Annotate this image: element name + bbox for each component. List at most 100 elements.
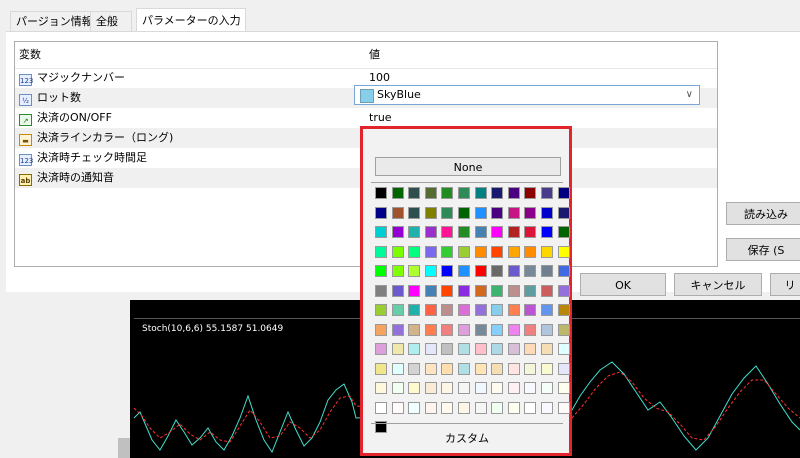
color-swatch[interactable] — [491, 401, 504, 414]
color-swatch[interactable] — [441, 187, 454, 199]
color-swatch[interactable] — [524, 206, 537, 219]
color-swatch[interactable] — [424, 187, 437, 199]
color-swatch[interactable] — [541, 401, 553, 414]
color-swatch[interactable] — [391, 323, 404, 336]
color-swatch[interactable] — [491, 206, 504, 219]
color-swatch[interactable] — [507, 382, 520, 394]
color-swatch[interactable] — [391, 265, 404, 277]
color-swatch[interactable] — [424, 382, 437, 394]
color-swatch[interactable] — [408, 206, 421, 219]
color-swatch[interactable] — [458, 226, 470, 238]
color-swatch[interactable] — [441, 382, 454, 394]
color-swatch[interactable] — [424, 401, 437, 414]
cancel-button[interactable]: キャンセル — [674, 273, 762, 296]
color-swatch[interactable] — [458, 401, 470, 414]
color-swatch[interactable] — [541, 323, 553, 336]
color-swatch[interactable] — [541, 284, 553, 297]
color-swatch[interactable] — [524, 265, 537, 277]
color-swatch[interactable] — [507, 284, 520, 297]
color-swatch[interactable] — [557, 323, 570, 336]
color-swatch[interactable] — [524, 284, 537, 297]
color-swatch[interactable] — [458, 362, 470, 375]
color-swatch[interactable] — [391, 343, 404, 355]
color-swatch[interactable] — [408, 284, 421, 297]
color-swatch[interactable] — [557, 245, 570, 258]
color-swatch[interactable] — [424, 245, 437, 258]
color-swatch[interactable] — [557, 382, 570, 394]
tab-parameters[interactable]: パラメーターの入力 — [136, 8, 246, 32]
color-swatch[interactable] — [541, 304, 553, 316]
color-swatch[interactable] — [441, 284, 454, 297]
line-color-dropdown[interactable]: SkyBlue ∨ — [354, 85, 700, 105]
color-swatch[interactable] — [541, 343, 553, 355]
color-swatch[interactable] — [507, 265, 520, 277]
color-swatch[interactable] — [491, 226, 504, 238]
none-color-button[interactable]: None — [375, 157, 561, 176]
color-swatch[interactable] — [375, 343, 387, 355]
color-swatch[interactable] — [375, 382, 387, 394]
color-swatch[interactable] — [557, 401, 570, 414]
color-swatch[interactable] — [524, 187, 537, 199]
color-swatch[interactable] — [458, 343, 470, 355]
color-swatch[interactable] — [408, 362, 421, 375]
color-swatch[interactable] — [524, 245, 537, 258]
color-swatch[interactable] — [524, 382, 537, 394]
color-swatch[interactable] — [375, 304, 387, 316]
color-swatch[interactable] — [557, 304, 570, 316]
color-swatch[interactable] — [474, 284, 487, 297]
color-swatch[interactable] — [375, 323, 387, 336]
color-swatch[interactable] — [557, 362, 570, 375]
color-swatch[interactable] — [424, 343, 437, 355]
color-swatch[interactable] — [408, 304, 421, 316]
color-swatch[interactable] — [391, 401, 404, 414]
color-swatch[interactable] — [424, 206, 437, 219]
color-swatch[interactable] — [474, 304, 487, 316]
color-swatch[interactable] — [441, 245, 454, 258]
color-swatch[interactable] — [391, 187, 404, 199]
color-swatch[interactable] — [375, 226, 387, 238]
color-swatch[interactable] — [541, 245, 553, 258]
color-swatch[interactable] — [408, 265, 421, 277]
color-swatch[interactable] — [391, 206, 404, 219]
color-swatch[interactable] — [375, 206, 387, 219]
color-swatch[interactable] — [424, 323, 437, 336]
color-swatch[interactable] — [541, 382, 553, 394]
color-swatch[interactable] — [441, 226, 454, 238]
color-swatch[interactable] — [524, 323, 537, 336]
color-swatch[interactable] — [474, 401, 487, 414]
color-swatch[interactable] — [507, 206, 520, 219]
color-swatch[interactable] — [474, 323, 487, 336]
color-swatch[interactable] — [441, 401, 454, 414]
color-swatch[interactable] — [491, 304, 504, 316]
color-swatch[interactable] — [474, 245, 487, 258]
color-swatch[interactable] — [491, 362, 504, 375]
color-swatch[interactable] — [474, 343, 487, 355]
color-swatch[interactable] — [507, 245, 520, 258]
color-swatch[interactable] — [541, 187, 553, 199]
color-swatch[interactable] — [375, 362, 387, 375]
color-swatch[interactable] — [474, 265, 487, 277]
color-swatch[interactable] — [474, 362, 487, 375]
color-swatch[interactable] — [491, 343, 504, 355]
ok-button[interactable]: OK — [580, 273, 666, 296]
color-swatch[interactable] — [557, 284, 570, 297]
color-swatch[interactable] — [375, 245, 387, 258]
color-swatch[interactable] — [491, 284, 504, 297]
color-swatch[interactable] — [441, 362, 454, 375]
color-swatch[interactable] — [541, 362, 553, 375]
color-swatch[interactable] — [441, 343, 454, 355]
color-swatch[interactable] — [524, 362, 537, 375]
color-swatch[interactable] — [491, 323, 504, 336]
color-swatch[interactable] — [441, 265, 454, 277]
color-swatch[interactable] — [408, 343, 421, 355]
color-swatch[interactable] — [424, 265, 437, 277]
color-swatch[interactable] — [474, 382, 487, 394]
custom-color-button[interactable]: カスタム — [371, 429, 563, 449]
color-swatch[interactable] — [524, 343, 537, 355]
color-swatch[interactable] — [507, 187, 520, 199]
color-swatch[interactable] — [441, 323, 454, 336]
color-swatch[interactable] — [441, 304, 454, 316]
color-swatch[interactable] — [524, 226, 537, 238]
color-swatch[interactable] — [458, 382, 470, 394]
color-swatch[interactable] — [424, 362, 437, 375]
